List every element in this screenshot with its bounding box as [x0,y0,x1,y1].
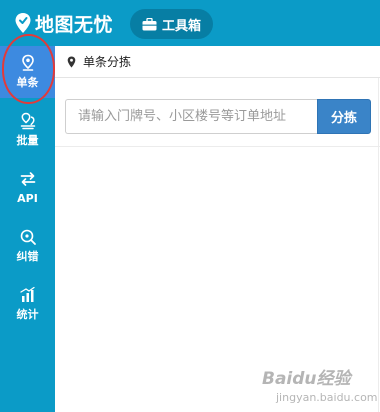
sidebar-item-label: 统计 [16,308,39,321]
app-title: 地图无忧 [35,13,114,36]
address-input[interactable] [65,99,317,134]
panel-border [378,78,379,412]
baidu-watermark: Baidu经验 jingyan.baidu.com [262,364,378,404]
sidebar-item-label: 纠错 [16,250,39,263]
sort-button[interactable]: 分拣 [317,99,371,134]
search-pin-icon [19,228,37,246]
sidebar-item-single[interactable]: 单条 [0,46,55,98]
pin-cursor-icon [19,54,37,72]
address-search-row: 分拣 [65,99,371,134]
watermark-url: jingyan.baidu.com [276,391,378,404]
app-logo[interactable]: 地图无忧 [14,9,113,37]
sidebar-item-batch[interactable]: 批量 [0,104,55,156]
sidebar-item-label: 单条 [16,76,39,89]
single-sort-panel: 分拣 [55,78,380,412]
sidebar-item-label: 批量 [16,134,39,147]
briefcase-icon [142,17,157,30]
location-pin-icon [67,56,76,67]
sidebar-item-label: API [17,192,38,205]
top-bar: 地图无忧 工具箱 [0,0,380,46]
panel-divider [55,146,380,147]
multi-pin-icon [19,112,37,130]
watermark-brand: Baidu经验 [262,369,351,389]
map-pin-logo-icon [15,13,31,33]
sidebar-item-statistics[interactable]: 统计 [0,278,55,330]
toolbox-button[interactable]: 工具箱 [130,9,213,39]
breadcrumb-label: 单条分拣 [83,55,132,69]
swap-arrows-icon [19,170,37,188]
sidebar-item-correction[interactable]: 纠错 [0,220,55,272]
bar-chart-icon [19,286,37,304]
breadcrumb: 单条分拣 [55,46,380,78]
sidebar: 单条 批量 API 纠错 统计 [0,46,55,412]
toolbox-label: 工具箱 [161,18,201,34]
sidebar-item-api[interactable]: API [0,162,55,214]
